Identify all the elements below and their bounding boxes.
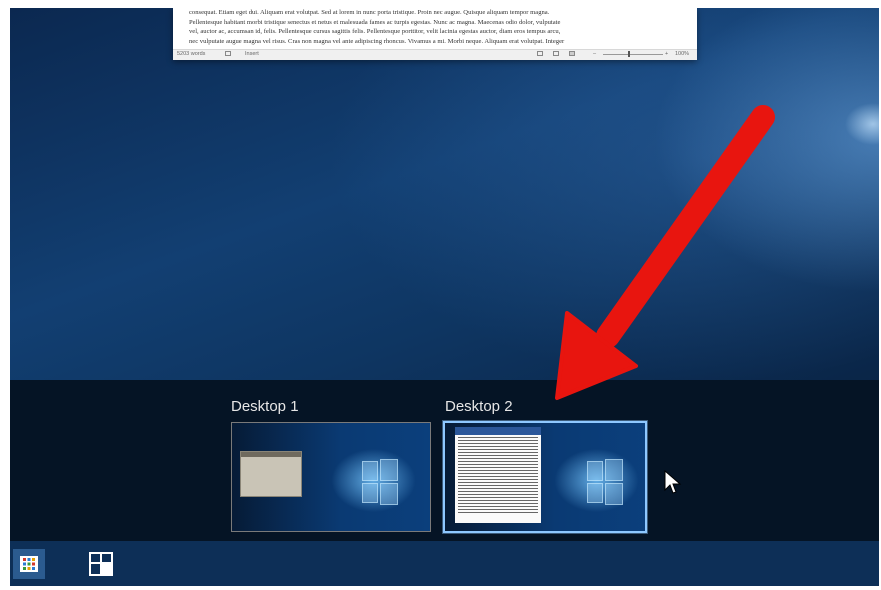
red-arrow-annotation xyxy=(555,105,775,400)
